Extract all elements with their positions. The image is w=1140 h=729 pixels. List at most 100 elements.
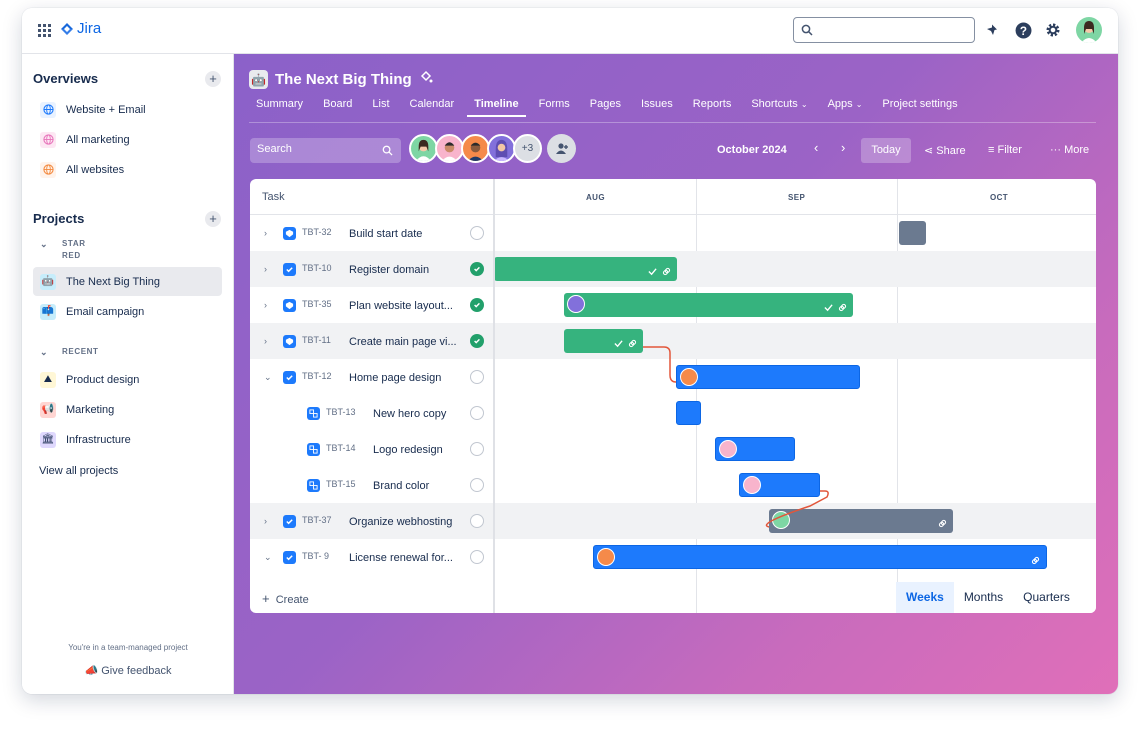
share-label: Share (936, 145, 966, 157)
tab-pages[interactable]: Pages (590, 98, 621, 117)
dependency-lines (643, 346, 829, 528)
avatar[interactable] (409, 134, 438, 163)
settings-gear-icon[interactable] (1043, 20, 1063, 40)
chevron-down-icon: ⌄ (855, 100, 863, 109)
tab-reports[interactable]: Reports (693, 98, 732, 117)
tab-divider (249, 122, 1096, 123)
tab-summary[interactable]: Summary (256, 98, 303, 117)
zoom-quarters-button[interactable]: Quarters (1013, 582, 1080, 613)
filter-icon: ≡ (988, 144, 995, 156)
globe-icon (40, 131, 56, 148)
tab-timeline[interactable]: Timeline (467, 98, 526, 117)
view-all-projects-link[interactable]: View all projects (33, 456, 222, 485)
search-icon (801, 24, 813, 36)
more-icon: ··· (1050, 144, 1061, 156)
robot-icon: 🤖 (40, 273, 56, 290)
server-icon: 🏛 (40, 431, 56, 448)
paint-bucket-icon[interactable] (419, 70, 433, 89)
more-button[interactable]: ··· More (1050, 144, 1089, 156)
sidebar-item-label: The Next Big Thing (66, 275, 160, 288)
avatar[interactable] (487, 134, 516, 163)
plus-icon: + (262, 591, 270, 606)
today-button[interactable]: Today (861, 138, 911, 163)
chevron-down-icon: ⌄ (800, 100, 808, 109)
tab-shortcuts-label: Shortcuts (751, 98, 798, 110)
avatar[interactable] (435, 134, 464, 163)
share-button[interactable]: ⋖ Share (924, 144, 966, 157)
tab-list[interactable]: List (372, 98, 389, 117)
prev-month-button[interactable]: ‹ (814, 140, 818, 155)
notifications-icon[interactable] (982, 20, 1002, 40)
add-people-button[interactable] (547, 134, 576, 163)
sidebar-item-all-marketing[interactable]: All marketing (33, 125, 222, 154)
page-title: The Next Big Thing (275, 71, 412, 88)
give-feedback-label: Give feedback (101, 665, 172, 677)
dependency-link[interactable] (765, 490, 829, 528)
sidebar-item-label: Website + Email (66, 103, 146, 116)
next-month-button[interactable]: › (841, 140, 845, 155)
tab-project-settings[interactable]: Project settings (882, 98, 957, 117)
add-person-icon (555, 142, 568, 154)
team-managed-note: You're in a team-managed project (68, 643, 188, 652)
app-switcher-icon[interactable] (38, 24, 51, 37)
tab-calendar[interactable]: Calendar (410, 98, 455, 117)
zoom-months-button[interactable]: Months (954, 582, 1013, 613)
sidebar-item-product-design[interactable]: ⛰ Product design (33, 365, 222, 394)
dependency-link[interactable] (643, 346, 677, 383)
sidebar-item-all-websites[interactable]: All websites (33, 155, 222, 184)
recent-label: RECENT (62, 347, 99, 356)
chevron-left-icon: ‹ (814, 140, 819, 155)
sidebar-item-the-next-big-thing[interactable]: 🤖 The Next Big Thing (33, 267, 222, 296)
sidebar: Overviews + Website + Email All marketin… (22, 54, 234, 694)
current-month-label: October 2024 (717, 144, 787, 156)
svg-text:?: ? (1019, 24, 1026, 37)
sidebar-item-label: Marketing (66, 403, 115, 416)
jira-logo[interactable]: Jira (60, 20, 101, 37)
avatar[interactable] (461, 134, 490, 163)
tab-shortcuts[interactable]: Shortcuts ⌄ (751, 98, 807, 117)
assignee-avatars: +3 (409, 134, 542, 163)
starred-label: STAR RED (62, 239, 86, 260)
sidebar-item-infrastructure[interactable]: 🏛 Infrastructure (33, 425, 222, 454)
mailbox-icon: 📫 (40, 303, 56, 320)
sidebar-item-marketing[interactable]: 📢 Marketing (33, 395, 222, 424)
tab-forms[interactable]: Forms (539, 98, 570, 117)
global-search-input[interactable] (793, 17, 975, 43)
sidebar-item-label: Infrastructure (66, 433, 131, 446)
sidebar-item-email-campaign[interactable]: 📫 Email campaign (33, 297, 222, 326)
timeline-board: Task AUG SEP OCT › TBT-32 Build start da… (250, 179, 1096, 613)
robot-icon: 🤖 (249, 70, 268, 89)
add-overview-button[interactable]: + (205, 71, 221, 87)
tab-apps-label: Apps (827, 98, 853, 110)
projects-heading: Projects (33, 211, 85, 226)
project-tabs: Summary Board List Calendar Timeline For… (256, 98, 978, 117)
more-assignees-badge[interactable]: +3 (513, 134, 542, 163)
timeline-search-input[interactable]: Search (250, 138, 401, 163)
globe-icon (40, 161, 56, 178)
filter-button[interactable]: ≡ Filter (988, 144, 1022, 156)
sidebar-item-website-email[interactable]: Website + Email (33, 95, 222, 124)
jira-window: Jira ? Overviews + Website + Email All m… (22, 8, 1118, 694)
zoom-weeks-button[interactable]: Weeks (896, 582, 954, 613)
user-avatar[interactable] (1076, 17, 1102, 43)
tab-apps[interactable]: Apps ⌄ (828, 98, 863, 117)
overviews-heading: Overviews (33, 71, 99, 86)
sidebar-item-label: Email campaign (66, 305, 145, 318)
create-issue-button[interactable]: + Create (262, 591, 309, 606)
sidebar-item-label: Product design (66, 373, 140, 386)
more-label: More (1064, 144, 1090, 156)
help-icon[interactable]: ? (1013, 20, 1033, 40)
share-icon: ⋖ (924, 145, 934, 157)
globe-icon (40, 101, 56, 118)
drafting-icon: ⛰ (40, 371, 56, 388)
project-header: 🤖 The Next Big Thing (249, 70, 433, 89)
tab-issues[interactable]: Issues (641, 98, 673, 117)
tab-board[interactable]: Board (323, 98, 352, 117)
search-placeholder: Search (257, 143, 292, 155)
add-project-button[interactable]: + (205, 211, 221, 227)
jira-logo-icon (61, 22, 73, 35)
chevron-right-icon: › (841, 140, 846, 155)
chevron-down-icon: ⌄ (40, 347, 49, 357)
give-feedback-button[interactable]: 📣 Give feedback (22, 664, 234, 677)
sidebar-item-label: All marketing (66, 133, 130, 146)
